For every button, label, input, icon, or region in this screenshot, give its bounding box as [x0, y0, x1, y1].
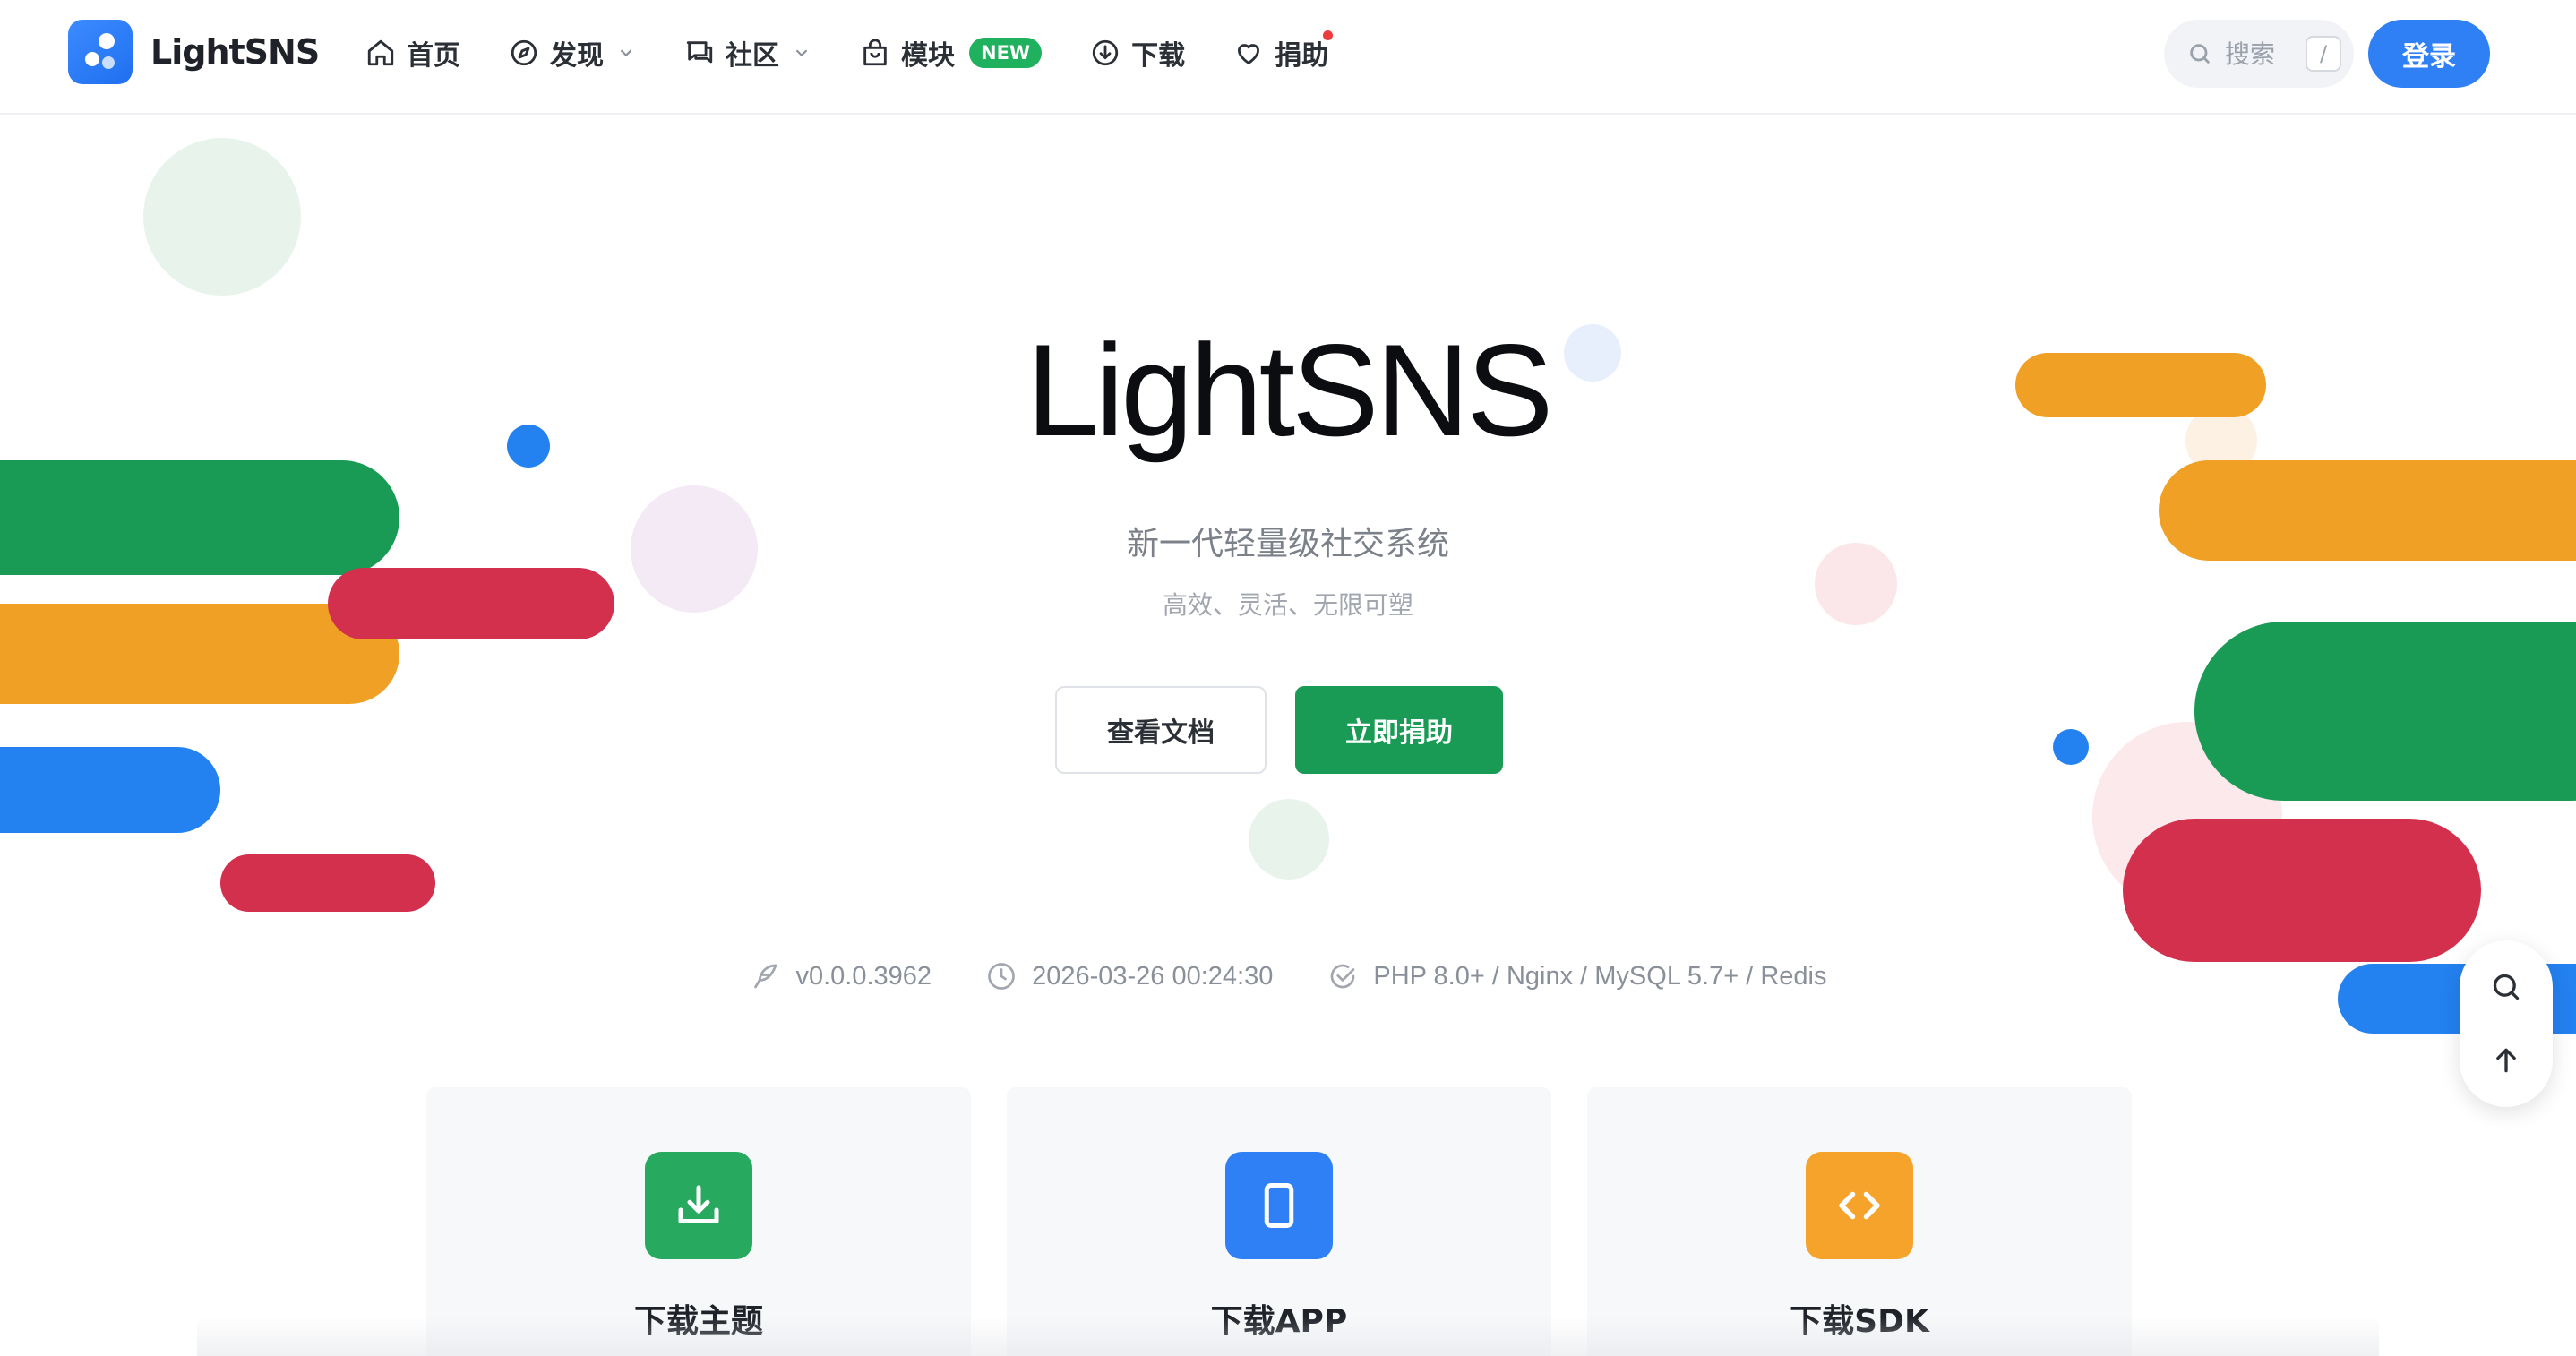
card-title: 下载主题: [633, 1303, 763, 1340]
search-input[interactable]: [2225, 39, 2306, 69]
notification-dot: [1323, 30, 1334, 40]
feather-icon: [754, 964, 777, 989]
float-search-button[interactable]: [2483, 964, 2529, 1010]
new-badge: NEW: [969, 38, 1043, 68]
nav-item-download[interactable]: 下载: [1090, 23, 1185, 82]
phone-icon: [1264, 1183, 1294, 1228]
download-sdk-card[interactable]: 下载SDK: [1587, 1087, 2132, 1356]
login-button[interactable]: 登录: [2368, 20, 2490, 88]
meta-info: v0.0.0.3962 2026-03-26 00:24:30 PHP 8.0+…: [0, 960, 2576, 992]
decor-pill-red: [2123, 819, 2481, 962]
decor-pill-red: [220, 854, 435, 912]
decor-circle: [1249, 799, 1329, 880]
nav-item-discover[interactable]: 发现: [509, 23, 636, 82]
heart-icon: [1238, 44, 1260, 64]
decor-pill-blue: [0, 747, 220, 833]
nav-item-modules[interactable]: 模块 NEW: [860, 23, 1043, 82]
chat-icon: [686, 41, 713, 64]
site-logo[interactable]: LightSNS: [68, 20, 320, 84]
hero-subtitle: 新一代轻量级社交系统: [1126, 526, 1449, 562]
home-icon: [367, 39, 394, 66]
decor-pill-green: [2194, 622, 2576, 801]
download-theme-card[interactable]: 下载主题: [426, 1087, 971, 1356]
check-circle-icon: [1331, 964, 1355, 989]
nav-item-community[interactable]: 社区: [684, 23, 811, 82]
requirements-info: PHP 8.0+ / Nginx / MySQL 5.7+ / Redis: [1327, 960, 1827, 992]
datetime-info: 2026-03-26 00:24:30: [985, 960, 1273, 992]
logo-icon: [68, 20, 133, 84]
search-icon: [2190, 44, 2210, 64]
decor-dot: [2053, 729, 2089, 765]
card-title: 下载APP: [1210, 1303, 1348, 1340]
chevron-down-icon: [620, 49, 632, 57]
search-shortcut-key: /: [2306, 36, 2341, 72]
code-icon: [1839, 1191, 1880, 1220]
version-info: v0.0.0.3962: [749, 960, 932, 992]
compass-icon: [511, 39, 537, 66]
download-cloud-icon: [1092, 39, 1119, 66]
floating-toolbar: [2460, 940, 2553, 1107]
download-tray-icon: [678, 1185, 719, 1223]
donate-now-button[interactable]: 立即捐助: [1295, 686, 1503, 774]
brand-name: LightSNS: [150, 32, 320, 72]
bag-icon: [863, 39, 887, 66]
clock-icon: [988, 963, 1015, 990]
card-icon-box: [1806, 1152, 1913, 1259]
card-title: 下载SDK: [1790, 1303, 1929, 1340]
card-icon-box: [645, 1152, 752, 1259]
hero-tagline: 高效、灵活、无限可塑: [1162, 590, 1413, 620]
arrow-up-icon: [2496, 1048, 2516, 1073]
download-app-card[interactable]: 下载APP: [1007, 1087, 1551, 1356]
search-box[interactable]: /: [2164, 20, 2354, 88]
search-icon: [2493, 974, 2520, 1000]
main-nav: 首页 发现 社区 模块 NEW 下载 捐助: [365, 23, 1377, 82]
top-header: LightSNS 首页 发现 社区 模块 NEW 下载 捐助 搜索 / 登录: [0, 0, 2576, 115]
back-to-top-button[interactable]: [2483, 1037, 2529, 1084]
nav-item-home[interactable]: 首页: [365, 23, 460, 82]
chevron-down-icon: [795, 49, 808, 57]
hero-title: LightSNS: [1026, 317, 1554, 463]
nav-item-donate[interactable]: 捐助: [1233, 23, 1334, 82]
decor-circle: [143, 138, 301, 296]
card-icon-box: [1225, 1152, 1333, 1259]
view-docs-button[interactable]: 查看文档: [1055, 686, 1267, 774]
